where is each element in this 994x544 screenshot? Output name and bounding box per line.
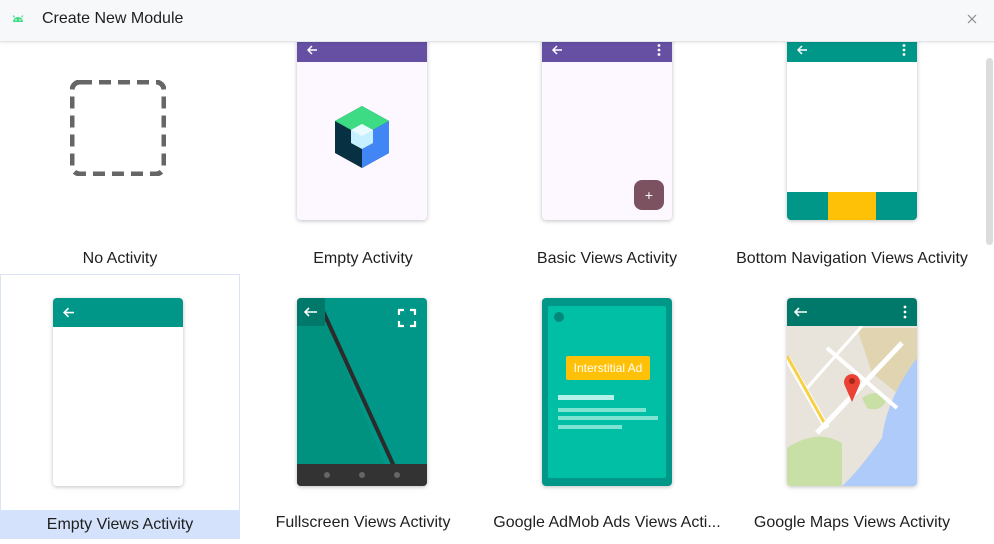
template-label: Google Maps Views Activity (753, 514, 951, 531)
app-bar (787, 42, 917, 62)
scrollbar-thumb[interactable] (986, 58, 993, 245)
overflow-menu-icon (902, 44, 906, 56)
overflow-menu-icon (657, 44, 661, 56)
template-label: Bottom Navigation Views Activity (736, 250, 968, 267)
dashed-placeholder-icon (70, 80, 166, 176)
fab-label: + (644, 187, 654, 203)
ad-text-line (558, 408, 646, 412)
interstitial-ad-card: Interstitial Ad (548, 306, 666, 478)
bottom-nav-selected-item (828, 192, 876, 220)
template-empty-views-activity[interactable]: Empty Views Activity (0, 274, 240, 539)
dialog-titlebar: Create New Module (0, 0, 994, 42)
template-basic-views-activity[interactable]: + Basic Views Activity (487, 42, 727, 274)
fullscreen-icon (397, 308, 417, 328)
phone-preview (297, 42, 427, 220)
template-label: Basic Views Activity (536, 250, 678, 267)
ad-badge: Interstitial Ad (566, 356, 650, 380)
template-google-admob-ads-views-activity[interactable]: Interstitial Ad Google AdMob Ads Views A… (487, 274, 727, 538)
template-label: Fullscreen Views Activity (275, 514, 451, 531)
map-pin-icon (844, 374, 860, 402)
app-bar (297, 42, 427, 62)
back-arrow-icon (63, 307, 74, 318)
template-label: Empty Views Activity (0, 510, 240, 539)
template-label: Google AdMob Ads Views Acti... (493, 514, 721, 531)
close-button[interactable] (962, 9, 982, 29)
ad-text-line (558, 425, 622, 429)
template-label: No Activity (82, 250, 158, 267)
template-empty-activity[interactable]: Empty Activity (243, 42, 483, 274)
phone-preview (53, 298, 183, 486)
back-arrow-icon (551, 45, 562, 55)
template-bottom-navigation-views-activity[interactable]: Bottom Navigation Views Activity (732, 42, 972, 274)
back-arrow-icon (306, 45, 317, 55)
back-arrow-icon (796, 45, 807, 55)
phone-preview: Interstitial Ad (542, 298, 672, 486)
template-grid: No Activity Empty Activity + Basic Views… (0, 42, 984, 544)
ad-text-line (558, 416, 658, 420)
fab-button: + (634, 180, 664, 210)
jetpack-compose-logo (335, 106, 389, 168)
close-icon (967, 14, 977, 24)
template-fullscreen-views-activity[interactable]: Fullscreen Views Activity (243, 274, 483, 538)
bottom-navigation-bar (787, 192, 917, 220)
phone-preview (787, 42, 917, 220)
ad-dot (554, 312, 564, 322)
phone-preview: + (542, 42, 672, 220)
ad-badge-label: Interstitial Ad (573, 361, 643, 375)
dialog-title: Create New Module (42, 10, 184, 27)
ad-text-line (558, 395, 614, 400)
phone-preview (297, 298, 427, 486)
template-no-activity[interactable]: No Activity (0, 42, 240, 274)
android-icon (12, 15, 24, 22)
template-label: Empty Activity (313, 250, 413, 267)
phone-preview (787, 298, 917, 486)
app-bar (53, 298, 183, 327)
template-google-maps-views-activity[interactable]: Google Maps Views Activity (732, 274, 972, 538)
app-bar (542, 42, 672, 62)
